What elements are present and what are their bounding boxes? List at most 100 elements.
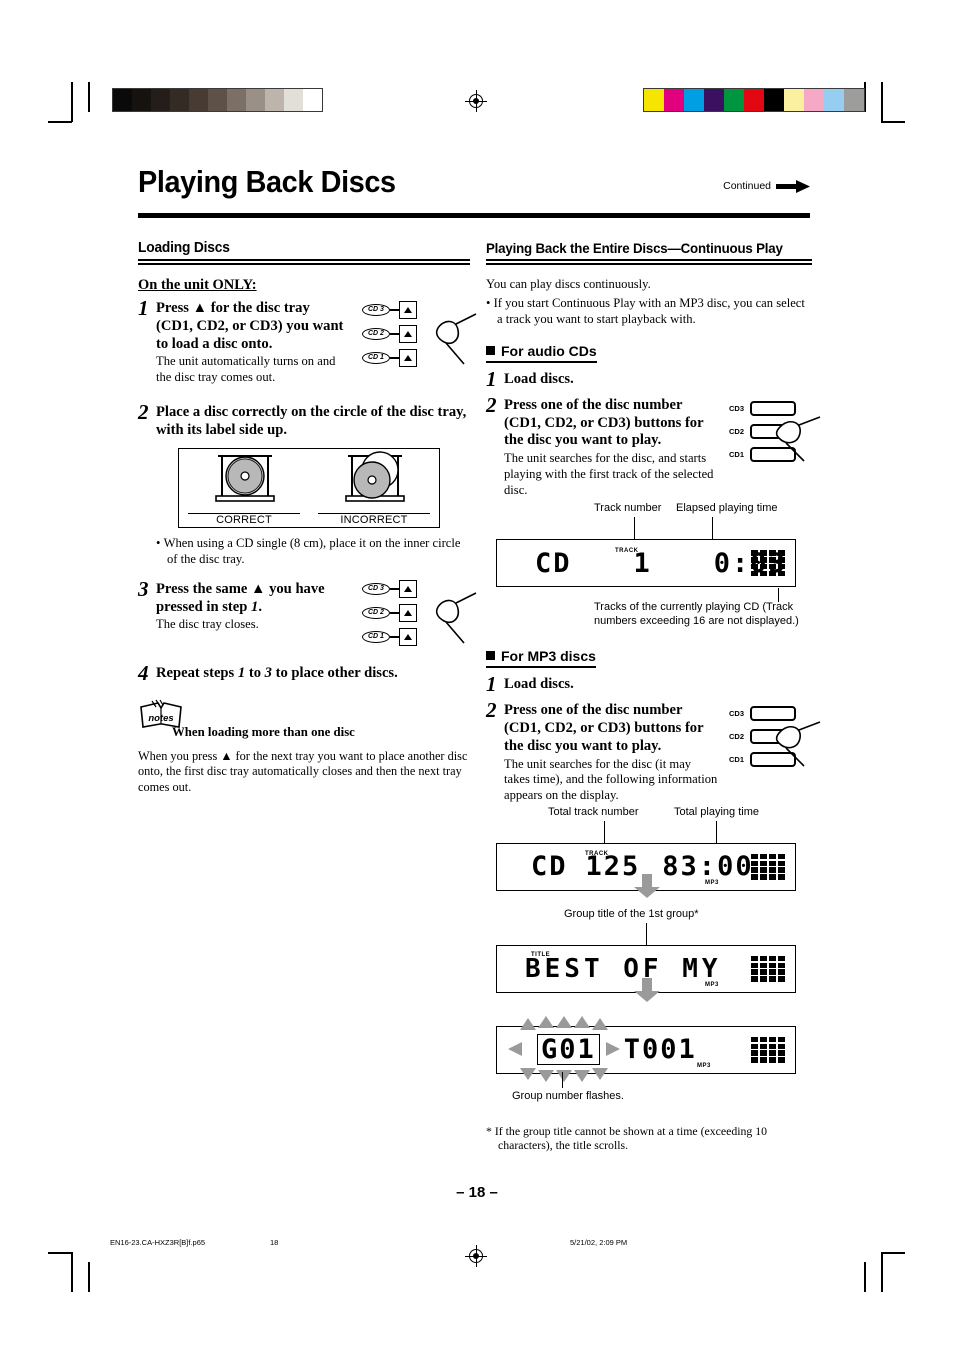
crop-mark-tl-h — [48, 121, 72, 123]
audio-step-1-heading: Load discs. — [504, 370, 574, 387]
eject-button-cd3[interactable] — [398, 301, 417, 319]
step-1-number: 1 — [138, 296, 149, 320]
crop-mark-bl-v — [71, 1252, 73, 1292]
lcd-title-text: BEST OF MY — [525, 953, 722, 984]
notes-text: When you press ▲︎ for the next tray you … — [138, 748, 468, 794]
eject-label-cd3: CD 3 — [362, 582, 390, 595]
step-4-heading: Repeat steps 1 to 3 to place other discs… — [156, 664, 398, 681]
eject-triangle-icon — [403, 585, 412, 592]
callout-total-track-number: Total track number — [548, 805, 639, 818]
audio-cd-display-group: Track number Elapsed playing time TRACK … — [486, 502, 812, 630]
flash-burst-icon — [508, 1015, 620, 1082]
callout-group-title: Group title of the 1st group* — [564, 907, 699, 920]
step-2-number: 2 — [138, 400, 149, 424]
callout-leader-group-flash — [562, 1071, 564, 1088]
section-rule-thin — [486, 259, 812, 261]
section-rule-thick — [486, 262, 812, 265]
lcd-total-track-value: 125 — [585, 851, 641, 883]
track-matrix-indicator — [751, 550, 785, 577]
svg-text:notes: notes — [148, 713, 173, 724]
label-correct: CORRECT — [188, 512, 300, 526]
section-title-continuous-play: Playing Back the Entire Discs—Continuous… — [486, 240, 783, 256]
caption-group-number-flashes: Group number flashes. — [512, 1089, 624, 1102]
audio-step-2-heading: Press one of the disc number (CD1, CD2, … — [504, 396, 704, 449]
eject-button-cd1[interactable] — [398, 627, 417, 646]
eject-button-cd2[interactable] — [398, 325, 417, 343]
disc-correct-cell: CORRECT — [188, 450, 300, 526]
callout-leader-group-title — [646, 922, 648, 945]
mp3-step-2-number: 2 — [486, 698, 497, 723]
callout-track-number: Track number — [594, 502, 662, 515]
callout-total-playing-time: Total playing time — [674, 805, 759, 818]
left-column: Loading Discs On the unit ONLY: 1 Press … — [138, 240, 477, 795]
eject-label-cd1: CD 1 — [362, 630, 390, 643]
connector-line — [389, 588, 399, 590]
crop-mark-tl-v — [71, 82, 73, 122]
step-1-description: The unit automatically turns on and the … — [156, 354, 336, 385]
manual-page: Playing Back Discs Continued Loading Dis… — [0, 0, 954, 1353]
disc-incorrect-cell: INCORRECT — [318, 450, 430, 526]
mp3-step-2-description: The unit searches for the disc (it may t… — [504, 756, 718, 802]
eject-symbol-icon: ▲ — [220, 748, 233, 763]
mp3-display-3-group: MP3 G01 T001 Group number flashes. — [486, 1015, 812, 1116]
color-swatch — [844, 89, 864, 111]
color-swatch — [804, 89, 824, 111]
cd-buttons-illustration-2: CD3 CD2 CD1 — [724, 702, 821, 774]
connector-line — [389, 309, 399, 311]
continuous-play-intro: You can play discs continuously. — [486, 277, 651, 291]
page-title: Playing Back Discs — [138, 164, 396, 199]
eject-triangle-icon — [403, 609, 412, 616]
cd-button-label-cd2: CD2 — [728, 426, 744, 436]
cd-button-label-cd1: CD1 — [728, 755, 744, 765]
crop-mark-br-h — [881, 1252, 905, 1254]
mp3-display-2-group: Group title of the 1st group* TITLE MP3 … — [486, 908, 812, 1012]
cd-buttons-illustration-1: CD3 CD2 CD1 — [724, 397, 821, 469]
track-indicator-label: TRACK — [585, 850, 609, 857]
subsection-label: For MP3 discs — [501, 648, 596, 665]
track-indicator-label: TRACK — [615, 548, 639, 555]
subsection-for-audio-cds: For audio CDs — [486, 343, 597, 363]
cd-button-label-cd3: CD3 — [728, 403, 744, 413]
bullet-square-icon — [486, 345, 495, 355]
callout-elapsed-time: Elapsed playing time — [676, 502, 778, 515]
notes-title: When loading more than one disc — [172, 724, 355, 739]
gray-swatch — [132, 89, 151, 111]
hand-pointer-icon — [435, 592, 477, 644]
mp3-step-2: 2 Press one of the disc number (CD1, CD2… — [486, 698, 821, 804]
crop-mark-bl-h — [48, 1252, 72, 1254]
continued-label: Continued — [723, 180, 771, 193]
track-matrix-indicator — [751, 853, 785, 880]
eject-button-cd2[interactable] — [398, 603, 417, 622]
step-4-number: 4 — [138, 660, 149, 685]
color-swatch — [764, 89, 784, 111]
callout-leader-total-time — [716, 820, 718, 843]
step-4-ref-from: 1 — [237, 664, 246, 681]
hand-pointer-icon — [775, 416, 821, 462]
eject-button-cd1[interactable] — [398, 349, 417, 367]
crop-mark-tr-h — [881, 121, 905, 123]
eject-buttons-illustration-1: CD 3 CD 2 CD 1 — [362, 298, 477, 374]
gray-swatch — [189, 89, 208, 111]
continued-marker: Continued — [723, 179, 810, 193]
eject-label-cd2: CD 2 — [362, 328, 390, 340]
audio-step-2: 2 Press one of the disc number (CD1, CD2… — [486, 394, 821, 499]
gray-swatch — [246, 89, 265, 111]
mp3-step-1-number: 1 — [486, 672, 497, 697]
gray-swatch — [208, 89, 227, 111]
eject-buttons-illustration-2: CD 3 CD 2 CD 1 — [362, 577, 477, 653]
connector-line — [389, 612, 399, 614]
crop-mark-br-v2 — [864, 1262, 866, 1292]
audio-step-2-description: The unit searches for the disc, and star… — [504, 451, 714, 497]
audio-step-1-number: 1 — [486, 366, 497, 391]
eject-button-cd3[interactable] — [398, 579, 417, 598]
notes-block: notes When loading more than one disc Wh… — [138, 699, 470, 795]
step-3-number: 3 — [138, 576, 149, 601]
continued-arrow-icon — [776, 179, 810, 193]
section-rule-thin — [138, 259, 470, 261]
gray-swatch — [227, 89, 246, 111]
mp3-step-1: 1 Load discs. — [486, 672, 812, 697]
eject-label-cd3: CD 3 — [362, 304, 390, 316]
eject-triangle-icon — [403, 633, 412, 640]
connector-line — [389, 636, 399, 638]
callout-leader-total-track — [604, 820, 606, 843]
